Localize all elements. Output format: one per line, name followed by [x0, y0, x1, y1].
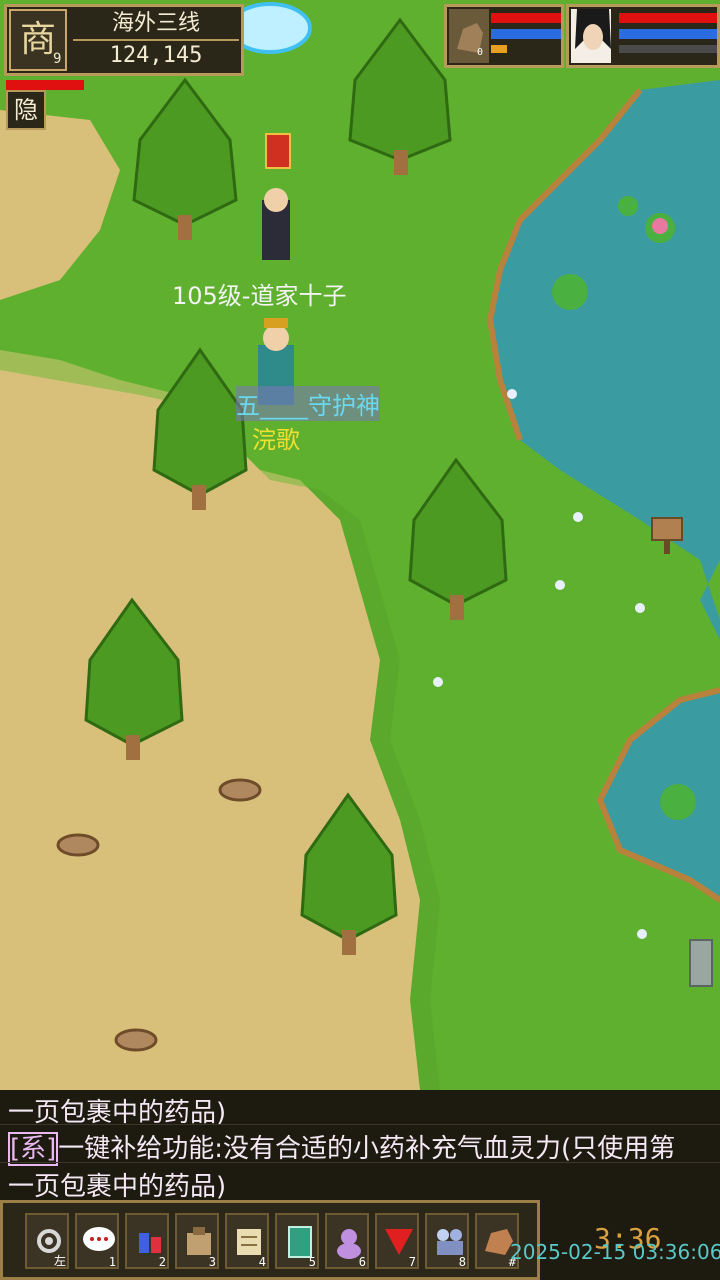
player-panel-hp-bar — [619, 13, 717, 23]
map-terrain[interactable] — [0, 0, 720, 1090]
skill-slot[interactable]: 4 — [225, 1213, 269, 1269]
player-panel-exp-bar — [619, 45, 717, 53]
chat-line: 一页包裹中的药品) — [8, 1172, 227, 1202]
party-exp-bar — [491, 45, 507, 53]
skill-slot[interactable]: 7 — [375, 1213, 419, 1269]
hotkey-label: 左 — [53, 1254, 66, 1268]
hotkey-label: 5 — [308, 1255, 316, 1269]
system-message: 一键补给功能:没有合适的小药补充气血灵力(只使用第 — [58, 1134, 676, 1164]
skill-slot[interactable]: 左 — [25, 1213, 69, 1269]
hide-button[interactable]: 隐 — [6, 90, 46, 130]
player-portrait-icon — [571, 9, 611, 63]
pet-sprite — [262, 188, 290, 260]
skill-slot[interactable]: 6 — [325, 1213, 369, 1269]
skill-slot[interactable]: 3 — [175, 1213, 219, 1269]
player-title-label: 五____守护神 — [236, 386, 380, 421]
hotkey-label: 4 — [258, 1255, 266, 1269]
map-info-panel[interactable]: 商 9 海外三线 124,145 — [4, 4, 244, 76]
player-portrait-panel[interactable] — [566, 4, 720, 68]
party-hp-bar — [491, 13, 561, 23]
hotkey-label: 7 — [408, 1255, 416, 1269]
map-coords: 124,145 — [109, 43, 203, 68]
skill-slot[interactable]: 8 — [425, 1213, 469, 1269]
party-mp-bar — [491, 29, 561, 39]
game-viewport[interactable]: 105级-道家十子 五____守护神 浣歌 — [0, 0, 720, 1090]
chat-log[interactable]: 一页包裹中的药品) [系]一键补给功能:没有合适的小药补充气血灵力(只使用第 一… — [0, 1090, 720, 1202]
hotkey-label: 3 — [208, 1255, 216, 1269]
skill-slot[interactable]: 5 — [275, 1213, 319, 1269]
map-level: 9 — [53, 51, 62, 67]
timestamp: 2025-02-15 03:36:06 — [510, 1240, 720, 1264]
system-tag: [系] — [8, 1132, 59, 1166]
player-hp-bar — [6, 80, 84, 90]
skill-bar: 左 1 2 3 4 5 6 7 8 # — [0, 1200, 540, 1280]
hotkey-label: 1 — [108, 1255, 116, 1269]
party-member-level: 0 — [477, 47, 484, 58]
map-name: 海外三线 — [73, 9, 239, 41]
skill-slot[interactable]: 1 — [75, 1213, 119, 1269]
player-panel-mp-bar — [619, 29, 717, 39]
party-member-panel[interactable]: 0 — [444, 4, 564, 68]
pet-name-label: 105级-道家十子 — [172, 282, 347, 310]
player-name-label: 浣歌 — [252, 426, 300, 454]
skill-slot[interactable]: 2 — [125, 1213, 169, 1269]
hotkey-label: 2 — [158, 1255, 166, 1269]
chat-line: [系]一键补给功能:没有合适的小药补充气血灵力(只使用第 — [8, 1128, 676, 1166]
hotkey-label: 6 — [358, 1255, 366, 1269]
hotkey-label: 8 — [458, 1255, 466, 1269]
